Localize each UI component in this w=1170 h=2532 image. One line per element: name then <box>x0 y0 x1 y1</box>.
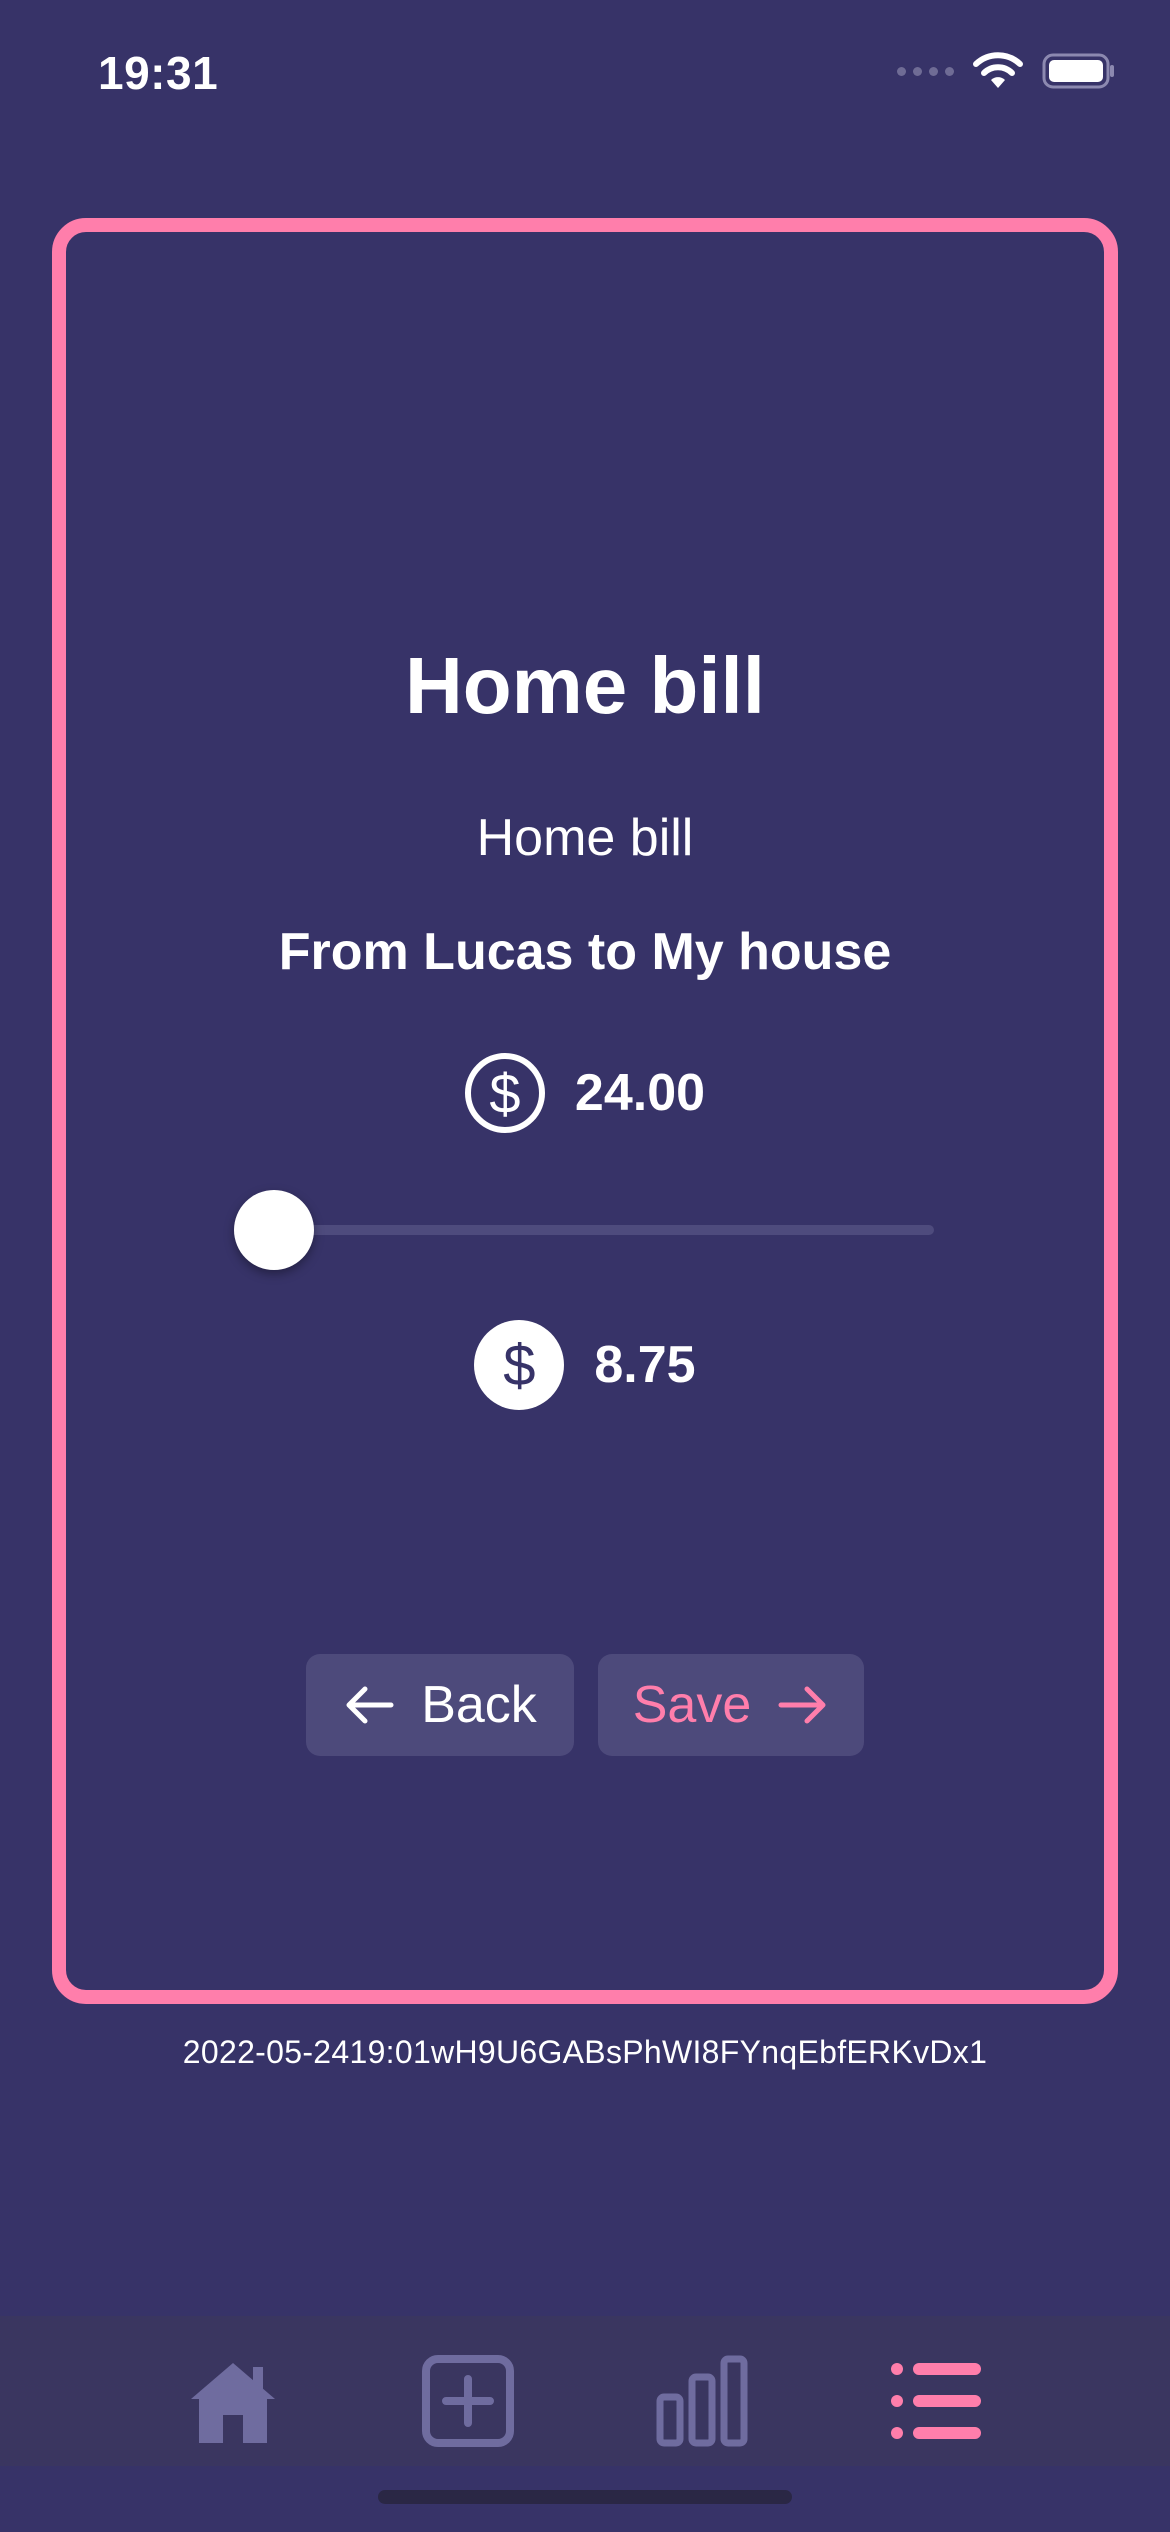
total-amount: 24.00 <box>574 1064 706 1122</box>
total-amount-row: $ 24.00 <box>52 1048 1118 1138</box>
dollar-circle-outline-icon: $ <box>464 1053 545 1133</box>
save-button[interactable]: Save <box>598 1654 864 1756</box>
share-slider[interactable] <box>234 1188 934 1272</box>
status-time: 19:31 <box>98 47 219 99</box>
slider-track[interactable] <box>274 1225 934 1235</box>
tab-add[interactable] <box>413 2346 523 2456</box>
slider-thumb[interactable] <box>234 1190 314 1270</box>
cellular-signal-icon <box>897 66 954 76</box>
add-square-icon <box>422 2355 514 2447</box>
bill-description: Home bill <box>476 809 694 867</box>
tab-home[interactable] <box>178 2346 288 2456</box>
home-indicator <box>378 2490 792 2504</box>
tab-stats[interactable] <box>647 2346 757 2456</box>
tab-list[interactable] <box>882 2346 992 2456</box>
arrow-right-icon <box>778 1686 826 1724</box>
bill-title: Home bill <box>404 641 766 730</box>
arrow-left-icon <box>346 1686 394 1724</box>
back-button[interactable]: Back <box>306 1654 574 1756</box>
wifi-icon <box>973 52 1023 88</box>
battery-icon <box>1042 53 1114 89</box>
save-button-label: Save <box>632 1676 752 1734</box>
transaction-id: 2022-05-2419:01wH9U6GABsPhWI8FYnqEbfERKv… <box>182 2034 988 2070</box>
back-button-label: Back <box>421 1676 537 1734</box>
list-icon <box>891 2363 981 2439</box>
status-icons <box>897 52 1116 90</box>
home-icon <box>191 2363 275 2443</box>
share-amount-row: $ 8.75 <box>52 1320 1118 1410</box>
bill-from-to: From Lucas to My house <box>278 923 892 981</box>
share-amount: 8.75 <box>594 1336 696 1394</box>
screen: 19:31 Home bill Home bill From Lucas to … <box>0 0 1170 2532</box>
tab-bar <box>0 2316 1170 2466</box>
bar-chart-icon <box>656 2355 748 2447</box>
dollar-circle-filled-icon: $ <box>474 1320 565 1410</box>
